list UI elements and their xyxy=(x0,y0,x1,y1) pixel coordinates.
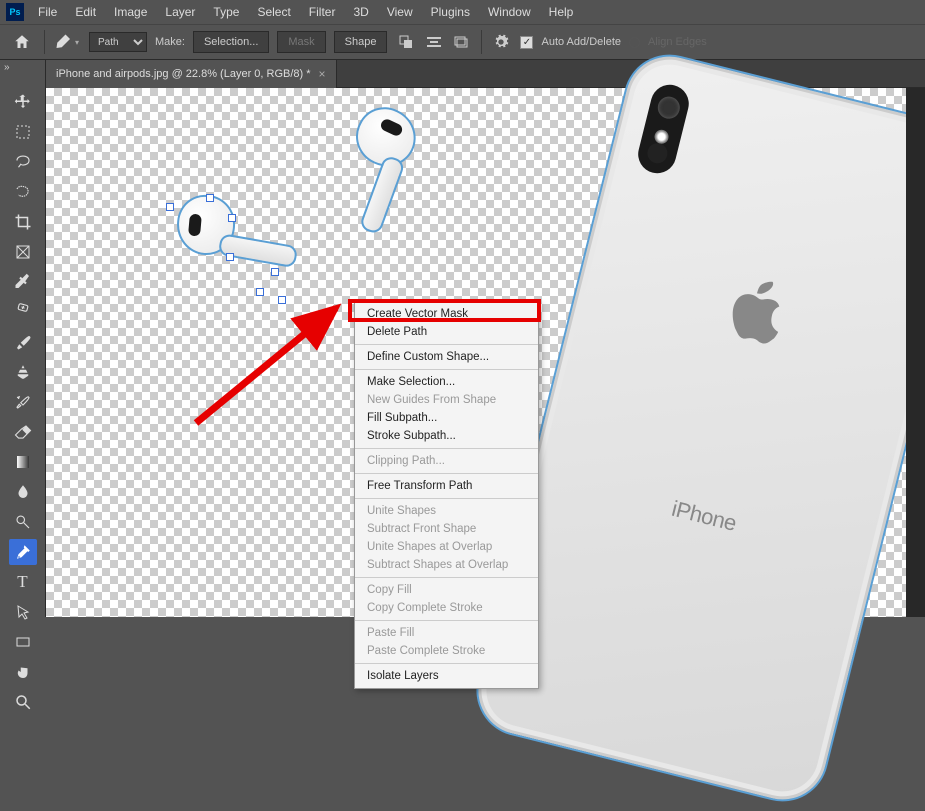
context-menu-item[interactable]: Create Vector Mask xyxy=(355,305,538,323)
menu-help[interactable]: Help xyxy=(541,2,582,22)
path-alignment-icon[interactable] xyxy=(423,31,445,53)
path-anchor[interactable] xyxy=(256,288,264,296)
canvas-area[interactable]: iPhone Create Vector MaskDelete Path Defi… xyxy=(46,88,906,617)
menu-type[interactable]: Type xyxy=(205,2,247,22)
align-edges-label: Align Edges xyxy=(648,36,707,48)
context-menu-item: Subtract Shapes at Overlap xyxy=(355,556,538,574)
context-menu-item: Subtract Front Shape xyxy=(355,520,538,538)
context-menu-item: Copy Complete Stroke xyxy=(355,599,538,617)
context-menu: Create Vector MaskDelete Path Define Cust… xyxy=(354,301,539,689)
history-brush-tool[interactable] xyxy=(9,389,37,415)
menu-view[interactable]: View xyxy=(379,2,421,22)
marquee-tool[interactable] xyxy=(9,119,37,145)
context-menu-item[interactable]: Make Selection... xyxy=(355,373,538,391)
menu-window[interactable]: Window xyxy=(480,2,539,22)
tab-title: iPhone and airpods.jpg @ 22.8% (Layer 0,… xyxy=(56,68,311,80)
crop-tool[interactable] xyxy=(9,209,37,235)
rectangle-tool[interactable] xyxy=(9,629,37,655)
make-mask-button[interactable]: Mask xyxy=(277,31,325,53)
home-button[interactable] xyxy=(8,30,36,54)
gear-icon[interactable] xyxy=(490,31,512,53)
eraser-tool[interactable] xyxy=(9,419,37,445)
menu-image[interactable]: Image xyxy=(106,2,155,22)
airpod-left xyxy=(174,193,237,258)
app-logo: Ps xyxy=(6,3,24,21)
context-menu-item[interactable]: Isolate Layers xyxy=(355,667,538,685)
path-anchor[interactable] xyxy=(228,214,236,222)
menu-filter[interactable]: Filter xyxy=(301,2,344,22)
move-tool[interactable] xyxy=(9,89,37,115)
make-selection-button[interactable]: Selection... xyxy=(193,31,269,53)
auto-add-delete-label: Auto Add/Delete xyxy=(541,36,621,48)
menu-layer[interactable]: Layer xyxy=(157,2,203,22)
context-menu-item: Unite Shapes at Overlap xyxy=(355,538,538,556)
context-menu-item: Paste Fill xyxy=(355,624,538,642)
frame-tool[interactable] xyxy=(9,239,37,265)
auto-add-delete-checkbox[interactable]: ✓ xyxy=(520,36,533,49)
path-operations-icon[interactable] xyxy=(395,31,417,53)
context-menu-item: Paste Complete Stroke xyxy=(355,642,538,660)
right-panel-dock xyxy=(906,88,925,617)
path-anchor[interactable] xyxy=(226,253,234,261)
menu-3d[interactable]: 3D xyxy=(345,2,376,22)
tool-preset-picker[interactable]: ▾ xyxy=(53,32,81,52)
menu-plugins[interactable]: Plugins xyxy=(423,2,478,22)
context-menu-item[interactable]: Stroke Subpath... xyxy=(355,427,538,445)
iphone-camera-module xyxy=(634,81,693,178)
app-menubar: Ps File Edit Image Layer Type Select Fil… xyxy=(0,0,925,24)
iphone-brand-text: iPhone xyxy=(669,496,739,537)
path-anchor[interactable] xyxy=(166,203,174,211)
context-menu-item: New Guides From Shape xyxy=(355,391,538,409)
context-menu-item[interactable]: Free Transform Path xyxy=(355,477,538,495)
context-menu-item: Clipping Path... xyxy=(355,452,538,470)
context-menu-item: Copy Fill xyxy=(355,581,538,599)
eyedropper-tool[interactable] xyxy=(9,269,37,295)
type-tool[interactable]: T xyxy=(9,569,37,595)
path-selection-tool[interactable] xyxy=(9,599,37,625)
hand-tool[interactable] xyxy=(9,659,37,685)
menu-edit[interactable]: Edit xyxy=(67,2,104,22)
menu-select[interactable]: Select xyxy=(249,2,298,22)
path-arrangement-icon[interactable] xyxy=(451,31,473,53)
document-tab[interactable]: iPhone and airpods.jpg @ 22.8% (Layer 0,… xyxy=(46,60,337,88)
healing-brush-tool[interactable] xyxy=(9,299,37,325)
context-menu-item[interactable]: Define Custom Shape... xyxy=(355,348,538,366)
lasso-tool[interactable] xyxy=(9,149,37,175)
make-shape-button[interactable]: Shape xyxy=(334,31,388,53)
zoom-tool[interactable] xyxy=(9,689,37,715)
path-mode-select[interactable]: Path xyxy=(89,32,147,52)
close-tab-icon[interactable]: × xyxy=(319,67,326,81)
brush-tool[interactable] xyxy=(9,329,37,355)
tool-panel: » T xyxy=(0,60,46,617)
airpod-right xyxy=(347,98,426,176)
context-menu-item: Unite Shapes xyxy=(355,502,538,520)
clone-stamp-tool[interactable] xyxy=(9,359,37,385)
path-anchor[interactable] xyxy=(278,296,286,304)
make-label: Make: xyxy=(155,36,185,48)
path-anchor[interactable] xyxy=(271,268,279,276)
context-menu-item[interactable]: Delete Path xyxy=(355,323,538,341)
options-bar: ▾ Path Make: Selection... Mask Shape ✓ A… xyxy=(0,24,925,60)
annotation-arrow-icon xyxy=(186,298,356,433)
apple-logo-icon xyxy=(717,267,795,352)
dodge-tool[interactable] xyxy=(9,509,37,535)
collapse-panel-icon[interactable]: » xyxy=(0,60,45,75)
context-menu-item[interactable]: Fill Subpath... xyxy=(355,409,538,427)
pen-tool[interactable] xyxy=(9,539,37,565)
menu-file[interactable]: File xyxy=(30,2,65,22)
gradient-tool[interactable] xyxy=(9,449,37,475)
blur-tool[interactable] xyxy=(9,479,37,505)
object-selection-tool[interactable] xyxy=(9,179,37,205)
path-anchor[interactable] xyxy=(206,194,214,202)
